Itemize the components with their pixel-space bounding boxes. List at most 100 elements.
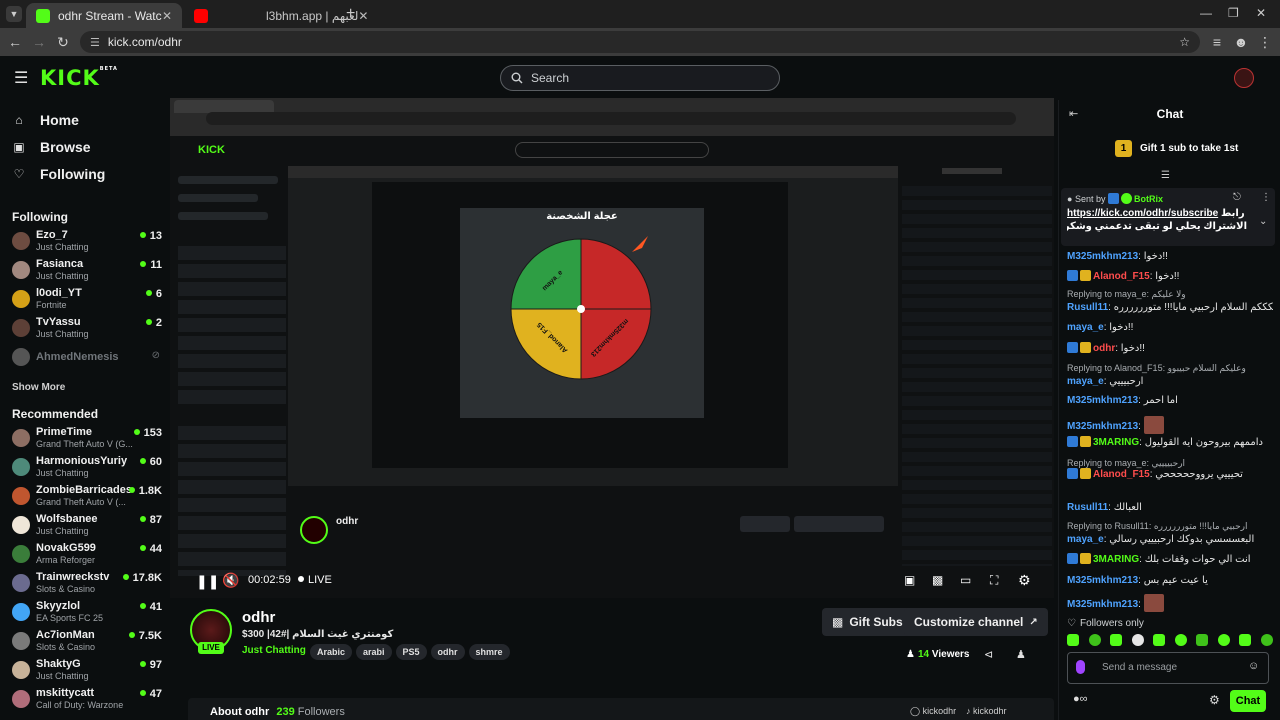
menu-dots-icon[interactable]: ⋮ [1256,33,1274,51]
tag-odhr[interactable]: odhr [430,644,465,660]
emote-icon[interactable] [1110,634,1123,646]
emote-icon[interactable] [1067,634,1079,646]
maximize-icon[interactable]: ❐ [1228,6,1239,20]
emote-icon[interactable] [1131,634,1144,646]
chat-message[interactable]: Rusull11: عليكككككم السلام ارحبيي مايا!!… [1067,301,1273,314]
unpin-icon[interactable]: ⎋ [1233,192,1241,203]
chat-message[interactable]: maya_e: دخوا!! [1067,321,1273,334]
chat-message[interactable]: M325mkhm213: يا عيت عيم بس [1067,574,1273,587]
video-player[interactable]: KICK عجلة الشخصنة m325mkhm213 Alanod_F15 m… [170,98,1054,598]
fullscreen-icon[interactable]: ⛶ [990,573,998,588]
pinned-link-text[interactable]: https://kick.com/odhr/subscribe [1067,208,1218,219]
follow-user-icon[interactable]: ♟ [1016,648,1026,661]
chat-username[interactable]: M325mkhm213 [1067,421,1138,432]
back-icon[interactable]: ← [6,33,24,51]
expand-chevron-icon[interactable]: ⌄ [1259,216,1267,227]
chat-input[interactable]: Send a message ☺ [1067,652,1269,684]
emote-icon[interactable] [1088,634,1101,646]
chat-message[interactable]: 3MARING: انت الي حوات وقفات بلك [1067,553,1273,566]
tab-list-icon[interactable]: ▼ [6,6,22,22]
chat-message[interactable]: maya_e: البعسسسي بدوكك ارحبيييي رسالي [1067,533,1273,546]
chat-username[interactable]: maya_e [1067,534,1104,545]
chat-message[interactable]: M325mkhm213: اما احمر [1067,394,1273,407]
emoji-icon[interactable]: ☺ [1248,660,1259,672]
address-bar[interactable]: ☰ kick.com/odhr ☆ [80,31,1200,53]
volume-muted-icon[interactable]: 🔇 [222,572,239,589]
search-input[interactable]: Search [500,65,780,91]
minimize-icon[interactable]: — [1200,6,1212,20]
new-tab-button[interactable]: + [346,5,355,23]
chat-message[interactable]: Rusull11: العبالك [1067,501,1273,514]
category-link[interactable]: Just Chatting [242,645,306,656]
following-channel-item[interactable]: Fasianca Just Chatting 11 [12,257,162,285]
nav-browse[interactable]: ▣ Browse [12,139,90,155]
pause-icon[interactable]: ❚❚ [196,573,219,590]
emote-icon[interactable] [1196,634,1209,646]
following-channel-item[interactable]: TvYassu Just Chatting 2 [12,315,162,343]
send-chat-button[interactable]: Chat [1230,690,1266,712]
chat-username[interactable]: M325mkhm213 [1067,575,1138,586]
channel-name[interactable]: odhr [242,609,275,626]
chat-message[interactable]: Alanod_F15: دخوا!! [1067,270,1273,283]
chat-username[interactable]: Rusull11 [1067,502,1108,513]
chat-settings-icon[interactable]: ⚙ [1209,693,1220,707]
tab-l3bhm[interactable]: l3bhm.app | لعبهم ✕ [184,3,368,28]
emote-icon[interactable] [1260,634,1273,646]
recommended-channel-item[interactable]: Skyyzlol EA Sports FC 25 41 [12,599,162,627]
theater-mode-icon[interactable]: ▭ [960,573,971,587]
tag-shmre[interactable]: shmre [468,644,510,660]
following-channel-item[interactable]: l0odi_YT Fortnite 6 [12,286,162,314]
tag-arabi[interactable]: arabi [356,644,392,660]
share-icon[interactable]: ⊲ [984,648,993,661]
settings-gear-icon[interactable]: ⚙ [1018,572,1031,589]
chat-message[interactable]: odhr: دخوا!! [1067,342,1273,355]
nav-home[interactable]: ⌂ Home [12,112,79,128]
chat-message[interactable]: M325mkhm213: دخوا!! [1067,250,1273,263]
chat-message[interactable]: M325mkhm213: [1067,416,1273,434]
recommended-channel-item[interactable]: Wolfsbanee Just Chatting 87 [12,512,162,540]
recommended-channel-item[interactable]: Trainwreckstv Slots & Casino 17.8K [12,570,162,598]
chat-username[interactable]: M325mkhm213 [1067,251,1138,262]
following-channel-item[interactable]: Ezo_7 Just Chatting 13 [12,228,162,256]
tab-kick[interactable]: odhr Stream - Watch Live on Ki ✕ [26,3,182,28]
show-more-button[interactable]: Show More [12,382,65,393]
pinned-menu-icon[interactable]: ⋮ [1261,192,1271,203]
gift-subs-button[interactable]: ▩ Gift Subs [822,608,913,636]
pinned-message[interactable]: ● Sent by BotRix ⎋ ⋮ https://kick.com/od… [1061,188,1275,246]
clip-icon[interactable]: ▩ [932,573,943,587]
instagram-link[interactable]: ◯ kickodhr [910,706,956,717]
recommended-channel-item[interactable]: ShaktyG Just Chatting 97 [12,657,162,685]
hamburger-menu-icon[interactable]: ☰ [14,68,28,88]
kick-logo[interactable]: KICKBETA [40,66,118,90]
tiktok-link[interactable]: ♪ kickodhr [966,706,1007,716]
recommended-channel-item[interactable]: HarmoniousYuriy Just Chatting 60 [12,454,162,482]
chat-username[interactable]: 3MARING [1093,437,1139,448]
recommended-channel-item[interactable]: mskittycatt Call of Duty: Warzone 47 [12,686,162,714]
chat-username[interactable]: M325mkhm213 [1067,395,1138,406]
chat-username[interactable]: 3MARING [1093,554,1139,565]
chat-username[interactable]: Rusull11 [1067,302,1108,313]
chat-message[interactable]: Alanod_F15: تحيييي يرووحححححي [1067,468,1273,481]
chat-username[interactable]: Alanod_F15 [1093,469,1150,480]
customize-channel-button[interactable]: Customize channel ↗ [904,608,1048,636]
chat-username[interactable]: Alanod_F15 [1093,271,1150,282]
following-channel-item[interactable]: AhmedNemesis ⊘ [12,344,162,372]
user-avatar[interactable] [1234,68,1254,88]
recommended-channel-item[interactable]: NovakG599 Arma Reforger 44 [12,541,162,569]
recommended-channel-item[interactable]: PrimeTime Grand Theft Auto V (G... 153 [12,425,162,453]
recommended-channel-item[interactable]: Ac7ionMan Slots & Casino 7.5K [12,628,162,656]
bookmark-star-icon[interactable]: ☆ [1179,35,1190,49]
chat-badges-icon[interactable]: ●∞ [1073,693,1088,705]
chat-message[interactable]: 3MARING: داممهم بيروحون ايه القوليول [1067,436,1273,449]
reading-list-icon[interactable]: ≡ [1208,33,1226,51]
chat-username[interactable]: odhr [1093,343,1115,354]
emote-icon[interactable] [1174,634,1187,646]
forward-icon[interactable]: → [30,33,48,51]
tab-close-icon[interactable]: ✕ [162,9,172,23]
profile-icon[interactable]: ☻ [1232,33,1250,51]
chat-username[interactable]: maya_e [1067,322,1104,333]
tab-close-icon[interactable]: ✕ [358,9,368,23]
gift-leaderboard[interactable]: 1 Gift 1 sub to take 1st [1115,140,1238,157]
reload-icon[interactable]: ↻ [54,33,72,51]
recommended-channel-item[interactable]: ZombieBarricades Grand Theft Auto V (... 1… [12,483,162,511]
